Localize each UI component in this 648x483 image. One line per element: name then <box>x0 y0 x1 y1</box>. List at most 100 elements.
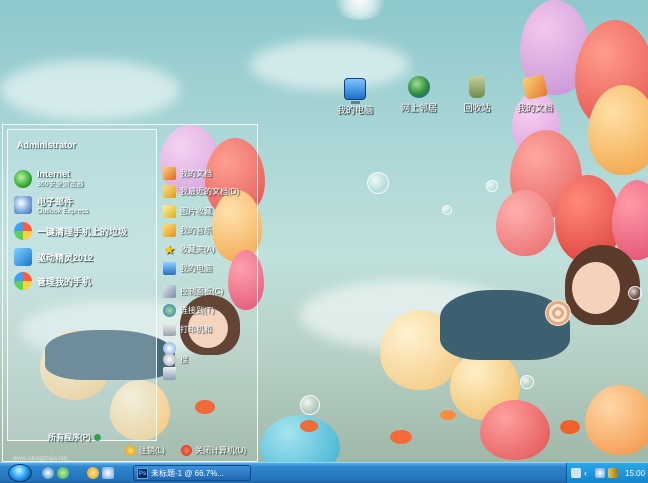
run-icon <box>163 366 176 380</box>
desktop-icon-my-documents[interactable]: 我的文档 <box>506 73 564 114</box>
place-favorites[interactable]: ★ 收藏夹(A) <box>163 241 215 257</box>
phone-manager-icon <box>14 272 32 290</box>
balloon <box>496 190 554 256</box>
network-icon <box>163 303 176 317</box>
photoshop-icon: Ps <box>137 467 148 479</box>
recycle-bin-icon <box>469 76 485 98</box>
flower <box>560 420 580 434</box>
taskbar: Ps 未标题-1 @ 66.7%... ‹ 15:00 <box>0 462 648 483</box>
place-label: 我的电脑 <box>180 263 212 273</box>
place-control-panel[interactable]: 控制面板(C) <box>163 283 223 299</box>
quick-launch-desktop-icon[interactable] <box>102 467 114 479</box>
shutdown-button[interactable]: 关闭计算机(U) <box>181 445 246 456</box>
start-item-subtitle: 360安全浏览器 <box>37 181 84 188</box>
desktop-icon-network[interactable]: 网上邻居 <box>390 76 448 114</box>
place-my-documents[interactable]: 我的文档 <box>163 165 212 181</box>
arrow-right-icon <box>93 434 101 442</box>
start-item-title: 一键清理手机上的垃圾 <box>37 226 128 237</box>
taskbar-button-photoshop[interactable]: Ps 未标题-1 @ 66.7%... <box>133 465 251 481</box>
user-name: Administrator <box>17 140 77 150</box>
bubble <box>520 375 534 389</box>
start-item-phone-manager[interactable]: 管理我的手机 <box>14 270 154 292</box>
shutdown-label: 关闭计算机(U) <box>195 446 247 455</box>
place-my-pictures[interactable]: 图片收藏 <box>163 203 212 219</box>
control-panel-icon <box>163 284 176 298</box>
flower <box>300 420 318 432</box>
computer-icon <box>163 261 176 275</box>
place-my-music[interactable]: 我的音乐 <box>163 222 212 238</box>
mail-icon <box>14 196 32 214</box>
place-run[interactable] <box>163 365 180 381</box>
place-label: 我的文档 <box>180 168 212 178</box>
wallpaper-cloud <box>0 60 180 120</box>
start-item-title: 驱动精灵2012 <box>37 252 94 263</box>
bubble <box>442 205 452 215</box>
desktop-icon-recycle-bin[interactable]: 回收站 <box>448 76 506 114</box>
start-item-phone-cleaner[interactable]: 一键清理手机上的垃圾 <box>14 220 154 242</box>
network-icon <box>408 76 430 98</box>
flower <box>440 410 456 420</box>
wallpaper-sun <box>330 0 390 20</box>
logoff-button[interactable]: 注销(L) <box>125 445 165 456</box>
place-label: 我最近的文档(D) <box>180 186 240 196</box>
star-icon: ★ <box>163 241 176 257</box>
folder-icon <box>163 184 176 198</box>
network-status-icon[interactable] <box>595 468 605 478</box>
desktop-icon-my-computer[interactable]: 我的电脑 <box>326 78 384 116</box>
start-item-subtitle: Outlook Express <box>37 208 89 215</box>
computer-icon <box>344 78 366 104</box>
balloon <box>260 415 340 462</box>
start-item-title: 电子邮件 <box>37 197 74 207</box>
power-icon <box>181 445 192 456</box>
desktop-icon-label: 我的文档 <box>516 103 553 113</box>
logoff-label: 注销(L) <box>139 446 165 455</box>
wallpaper-girl <box>572 262 620 314</box>
place-label: 控制面板(C) <box>180 286 224 296</box>
place-recent-documents[interactable]: 我最近的文档(D) <box>163 183 239 199</box>
all-programs-button[interactable]: 所有程序(P) <box>48 432 101 443</box>
driver-genius-icon <box>14 248 32 266</box>
search-icon <box>163 352 176 366</box>
place-label: 收藏夹(A) <box>180 244 215 254</box>
bubble <box>367 172 389 194</box>
all-programs-label: 所有程序(P) <box>48 433 91 442</box>
key-icon <box>125 445 136 456</box>
balloon <box>480 400 550 460</box>
place-label: 我的音乐 <box>180 225 212 235</box>
bubble <box>486 180 498 192</box>
balloon <box>585 385 648 455</box>
volume-icon[interactable] <box>608 468 618 478</box>
printer-icon <box>163 322 176 336</box>
desktop-icon-label: 我的电脑 <box>336 105 373 115</box>
place-label: 图片收藏 <box>180 206 212 216</box>
start-item-driver-genius[interactable]: 驱动精灵2012 <box>14 246 154 268</box>
folder-icon <box>163 204 176 218</box>
place-label: 搜 <box>180 354 188 364</box>
bubble <box>628 286 642 300</box>
phone-cleaner-icon <box>14 222 32 240</box>
quick-launch-browser-icon[interactable] <box>42 467 54 479</box>
start-item-internet[interactable]: Internet 360安全浏览器 <box>14 168 154 190</box>
system-tray: ‹ 15:00 <box>566 463 648 483</box>
quick-launch-media-icon[interactable] <box>87 467 99 479</box>
bubble <box>300 395 320 415</box>
keyboard-icon[interactable] <box>571 468 581 478</box>
place-connect-to[interactable]: 连接到(T) <box>163 302 214 318</box>
quick-launch-360-icon[interactable] <box>57 467 69 479</box>
flower <box>390 430 412 444</box>
start-button[interactable] <box>8 464 32 482</box>
place-printers[interactable]: 打印机和 <box>163 321 212 337</box>
documents-icon <box>521 73 549 101</box>
start-menu-programs-pane: Administrator Internet 360安全浏览器 电子邮件 Out… <box>7 129 157 443</box>
place-my-computer[interactable]: 我的电脑 <box>163 260 212 276</box>
lollipop <box>545 300 571 326</box>
desktop-icon-label: 回收站 <box>463 103 491 113</box>
chevron-left-icon[interactable]: ‹ <box>584 468 592 478</box>
folder-icon <box>163 166 176 180</box>
browser-icon <box>14 170 32 188</box>
clock[interactable]: 15:00 <box>625 469 645 478</box>
start-item-email[interactable]: 电子邮件 Outlook Express <box>14 194 154 216</box>
place-label: 连接到(T) <box>180 305 215 315</box>
start-menu: Administrator Internet 360安全浏览器 电子邮件 Out… <box>2 124 258 462</box>
desktop-icon-label: 网上邻居 <box>400 103 437 113</box>
